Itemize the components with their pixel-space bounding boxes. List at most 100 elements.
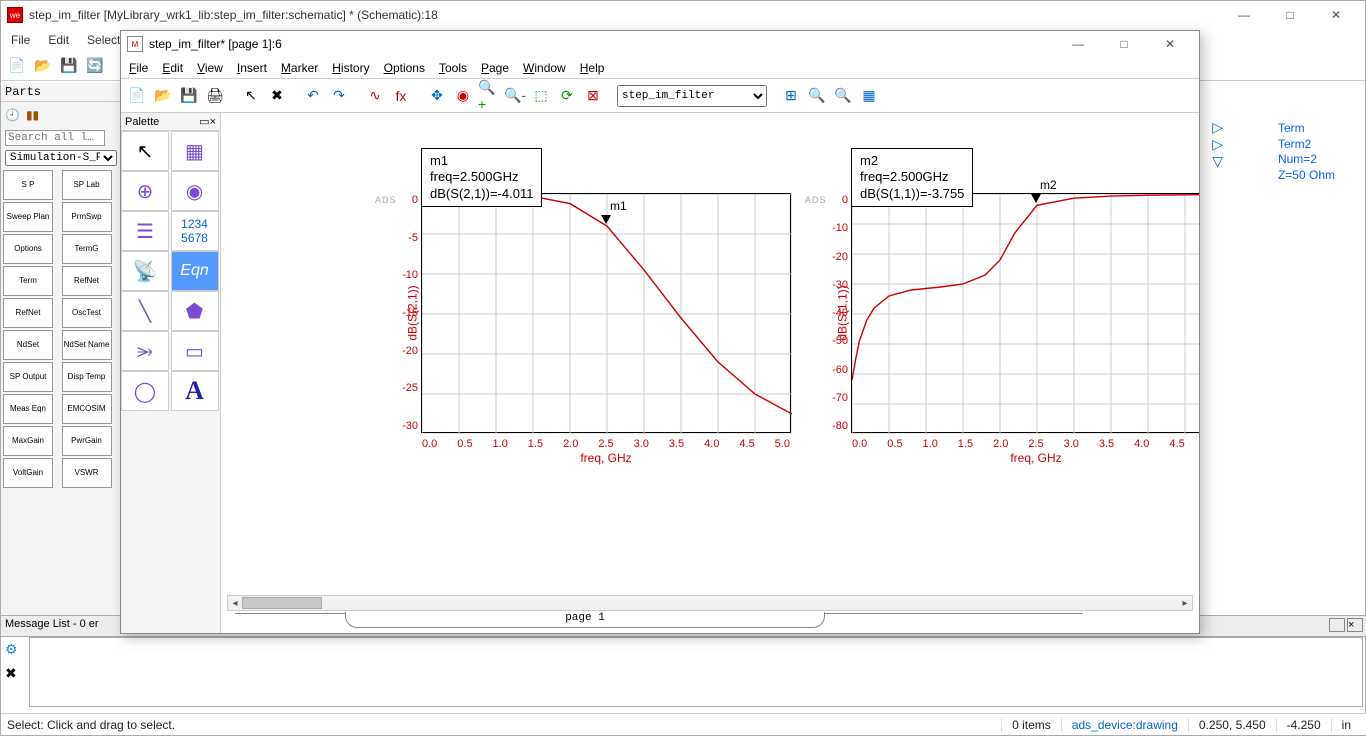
part-term[interactable]: Term	[3, 266, 53, 296]
tb-zoomin2-icon[interactable]: 🔍	[805, 84, 829, 108]
tb-autoscale-icon[interactable]: ⊞	[779, 84, 803, 108]
pal-stack-icon[interactable]: ☰	[121, 211, 169, 251]
part-osctest[interactable]: OscTest	[62, 298, 112, 328]
outer-max-button[interactable]: □	[1267, 1, 1313, 29]
part-pwrgain[interactable]: PwrGain	[62, 426, 112, 456]
page-tab[interactable]: page 1	[345, 612, 825, 628]
pal-line-icon[interactable]: ╲	[121, 291, 169, 331]
part-vswr[interactable]: VSWR	[62, 458, 112, 488]
library-icon[interactable]: ▮▮	[26, 108, 39, 122]
pal-circle-icon[interactable]: ◯	[121, 371, 169, 411]
part-disptemp[interactable]: Disp Temp	[62, 362, 112, 392]
inner-menu-history[interactable]: History	[332, 61, 369, 75]
tb-pan-icon[interactable]: ✥	[425, 84, 449, 108]
refresh-icon[interactable]: 🔄	[83, 54, 107, 78]
msg-dock-icon[interactable]	[1329, 618, 1345, 632]
inner-menu-page[interactable]: Page	[481, 61, 509, 75]
settings-gear-icon[interactable]: ⚙	[5, 641, 23, 659]
menu-select[interactable]: Select	[83, 31, 124, 49]
inner-menu-marker[interactable]: Marker	[281, 61, 318, 75]
pal-poly-icon[interactable]: ⬟	[171, 291, 219, 331]
pal-polyline-icon[interactable]: ⭃	[121, 331, 169, 371]
outer-close-button[interactable]: ✕	[1313, 1, 1359, 29]
part-sp[interactable]: S P	[3, 170, 53, 200]
plot-canvas[interactable]: ADS 0-5-10-15-20-25-30 0.00.51.01.52.02.…	[221, 113, 1199, 633]
tb-zoomout-icon[interactable]: 🔍-	[503, 84, 527, 108]
marker-triangle-m2[interactable]	[1031, 194, 1041, 203]
parts-search-input[interactable]	[5, 130, 105, 146]
inner-menu-edit[interactable]: Edit	[162, 61, 183, 75]
tb-zoomfit-icon[interactable]: ⬚	[529, 84, 553, 108]
tb-grid-icon[interactable]: ▦	[857, 84, 881, 108]
palette-close-icon[interactable]: ×	[210, 116, 216, 128]
part-termg[interactable]: TermG	[62, 234, 112, 264]
part-refnet[interactable]: RefNet	[62, 266, 112, 296]
inner-menu-insert[interactable]: Insert	[237, 61, 267, 75]
pal-smith-icon[interactable]: ◉	[171, 171, 219, 211]
scroll-thumb[interactable]	[242, 597, 322, 609]
pal-pointer-icon[interactable]: ↖	[121, 131, 169, 171]
pal-list-icon[interactable]: 12345678	[171, 211, 219, 251]
part-measeqn[interactable]: Meas Eqn	[3, 394, 53, 424]
inner-menu-window[interactable]: Window	[523, 61, 566, 75]
tb-refresh-icon[interactable]: ⟳	[555, 84, 579, 108]
pal-eqn-icon[interactable]: Eqn	[171, 251, 219, 291]
inner-menu-view[interactable]: View	[197, 61, 223, 75]
parts-category-select[interactable]: Simulation-S_Param	[5, 150, 117, 166]
part-splab[interactable]: SP Lab	[62, 170, 112, 200]
part-spoutput[interactable]: SP Output	[3, 362, 53, 392]
outer-min-button[interactable]: —	[1221, 1, 1267, 29]
tb-target-icon[interactable]: ◉	[451, 84, 475, 108]
tb-undo-icon[interactable]: ↶	[301, 84, 325, 108]
part-prmswp[interactable]: PrmSwp	[62, 202, 112, 232]
dataset-select[interactable]: step_im_filter	[617, 85, 767, 107]
tb-curve-icon[interactable]: ∿	[363, 84, 387, 108]
inner-menu-tools[interactable]: Tools	[439, 61, 467, 75]
part-ndset[interactable]: NdSet	[3, 330, 53, 360]
menu-file[interactable]: File	[7, 31, 34, 49]
part-emcosim[interactable]: EMCOSIM	[62, 394, 112, 424]
marker-box-m2[interactable]: m2freq=2.500GHzdB(S(1,1))=-3.755	[851, 148, 973, 207]
part-options[interactable]: Options	[3, 234, 53, 264]
tb-new-icon[interactable]: 📄	[125, 84, 149, 108]
pal-antenna-icon[interactable]: 📡	[121, 251, 169, 291]
part-voltgain[interactable]: VoltGain	[3, 458, 53, 488]
open-icon[interactable]: 📂	[31, 54, 55, 78]
plot-area-0[interactable]: 0-5-10-15-20-25-30 0.00.51.01.52.02.53.0…	[421, 193, 791, 433]
pal-polar-icon[interactable]: ⊕	[121, 171, 169, 211]
scroll-right-icon[interactable]: ▸	[1178, 596, 1192, 610]
inner-menu-file[interactable]: File	[129, 61, 148, 75]
pal-text-icon[interactable]: A	[171, 371, 219, 411]
save-icon[interactable]: 💾	[57, 54, 81, 78]
scroll-left-icon[interactable]: ◂	[228, 596, 242, 610]
part-sweepplan[interactable]: Sweep Plan	[3, 202, 53, 232]
clear-x-icon[interactable]: ✖	[5, 665, 23, 683]
status-layer[interactable]: ads_device:drawing	[1061, 718, 1188, 732]
marker-triangle-m1[interactable]	[601, 215, 611, 224]
inner-min-button[interactable]: —	[1055, 30, 1101, 58]
command-area[interactable]	[29, 637, 1363, 707]
menu-edit[interactable]: Edit	[44, 31, 73, 49]
tb-open-icon[interactable]: 📂	[151, 84, 175, 108]
pal-rect-icon[interactable]: ▭	[171, 331, 219, 371]
msg-close-icon[interactable]: ×	[1347, 618, 1363, 632]
tb-delete-icon[interactable]: ✖	[265, 84, 289, 108]
inner-close-button[interactable]: ✕	[1147, 30, 1193, 58]
part-maxgain[interactable]: MaxGain	[3, 426, 53, 456]
inner-hscrollbar[interactable]: ◂ ▸	[227, 595, 1193, 611]
inner-max-button[interactable]: □	[1101, 30, 1147, 58]
chart-0[interactable]: ADS 0-5-10-15-20-25-30 0.00.51.01.52.02.…	[421, 193, 791, 433]
tb-save-icon[interactable]: 💾	[177, 84, 201, 108]
history-icon[interactable]: 🕘	[5, 108, 20, 122]
part-ndsetname[interactable]: NdSet Name	[62, 330, 112, 360]
marker-box-m1[interactable]: m1freq=2.500GHzdB(S(2,1))=-4.011	[421, 148, 542, 207]
chart-1[interactable]: ADS 0-10-20-30-40-50-60-70-80 0.00.51.01…	[851, 193, 1199, 433]
inner-menu-options[interactable]: Options	[384, 61, 425, 75]
tb-pointer-icon[interactable]: ↖	[239, 84, 263, 108]
part-refnet2[interactable]: RefNet	[3, 298, 53, 328]
plot-area-1[interactable]: 0-10-20-30-40-50-60-70-80 0.00.51.01.52.…	[851, 193, 1199, 433]
tb-nobox-icon[interactable]: ⊠	[581, 84, 605, 108]
inner-menu-help[interactable]: Help	[580, 61, 605, 75]
tb-redo-icon[interactable]: ↷	[327, 84, 351, 108]
palette-dock-icon[interactable]: ▭	[199, 115, 209, 128]
